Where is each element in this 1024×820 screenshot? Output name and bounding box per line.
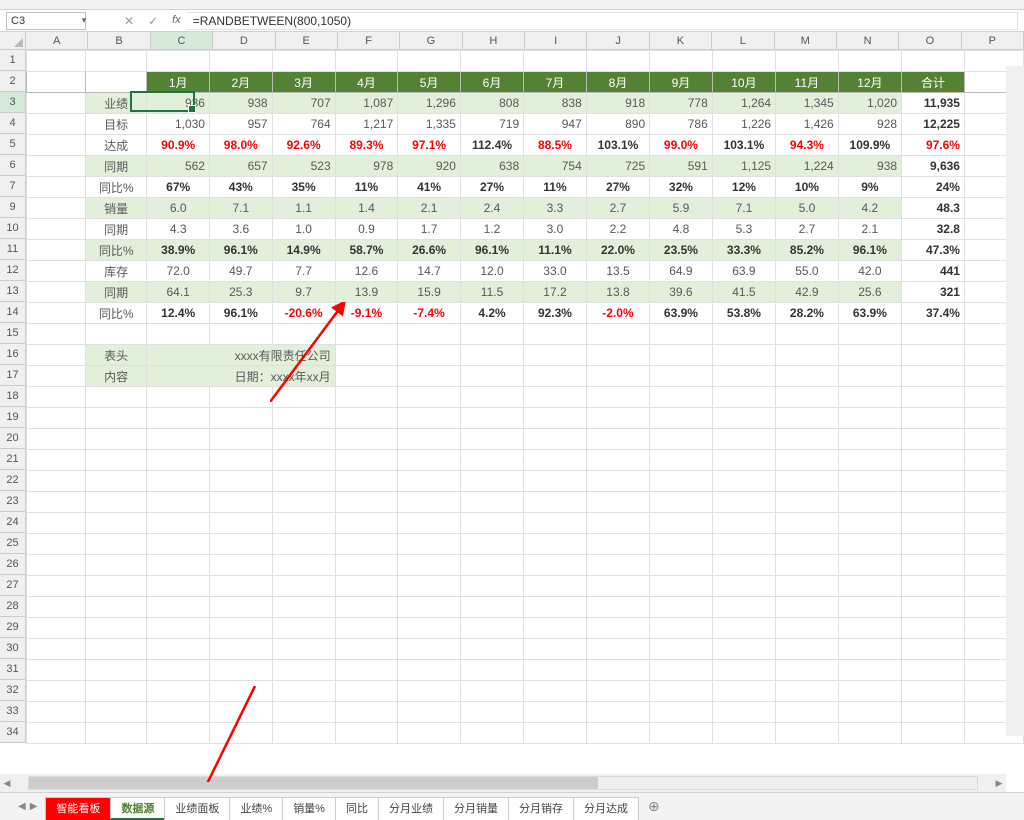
formula-input[interactable] <box>187 12 1018 30</box>
sheet-tab[interactable]: 业绩面板 <box>164 797 230 820</box>
sheet-tab-bar: ◀ ▶ 智能看板数据源业绩面板业绩%销量%同比分月业绩分月销量分月销存分月达成 … <box>0 792 1024 820</box>
sheet-tab[interactable]: 分月销存 <box>508 797 574 820</box>
annotation-arrow-2 <box>195 686 275 782</box>
sheet-tab[interactable]: 数据源 <box>110 797 165 820</box>
row-headers[interactable]: 1234567910111213141516171819202122232425… <box>0 50 26 743</box>
sheet-tab[interactable]: 同比 <box>335 797 379 820</box>
sheet-tab[interactable]: 分月业绩 <box>378 797 444 820</box>
vertical-scrollbar[interactable] <box>1006 66 1024 736</box>
annotation-arrow-1 <box>270 302 350 402</box>
cancel-formula-icon[interactable]: ✕ <box>124 14 134 28</box>
sheet-tab[interactable]: 销量% <box>282 797 336 820</box>
sheet-tab[interactable]: 分月销量 <box>443 797 509 820</box>
formula-bar: ▾ ✕ ✓ fx <box>0 10 1024 32</box>
tab-nav-prev-icon[interactable]: ◀ <box>18 801 26 812</box>
add-sheet-button[interactable]: ⊕ <box>638 793 670 820</box>
tab-nav-next-icon[interactable]: ▶ <box>30 801 38 812</box>
column-headers[interactable]: ABCDEFGHIJKLMNOP <box>26 32 1024 50</box>
select-all-corner[interactable] <box>0 32 26 50</box>
name-box-dropdown-icon[interactable]: ▾ <box>78 15 90 26</box>
sheet-tab[interactable]: 分月达成 <box>573 797 639 820</box>
fx-icon[interactable]: fx <box>172 14 181 28</box>
spreadsheet-grid[interactable]: 1月2月3月4月5月6月7月8月9月10月11月12月合计业绩936938707… <box>26 50 1024 744</box>
horizontal-scrollbar[interactable]: ◀▶ <box>0 774 1006 792</box>
sheet-tab[interactable]: 业绩% <box>229 797 283 820</box>
name-box[interactable] <box>6 12 86 30</box>
sheet-tab[interactable]: 智能看板 <box>45 797 111 820</box>
enter-formula-icon[interactable]: ✓ <box>148 14 158 28</box>
